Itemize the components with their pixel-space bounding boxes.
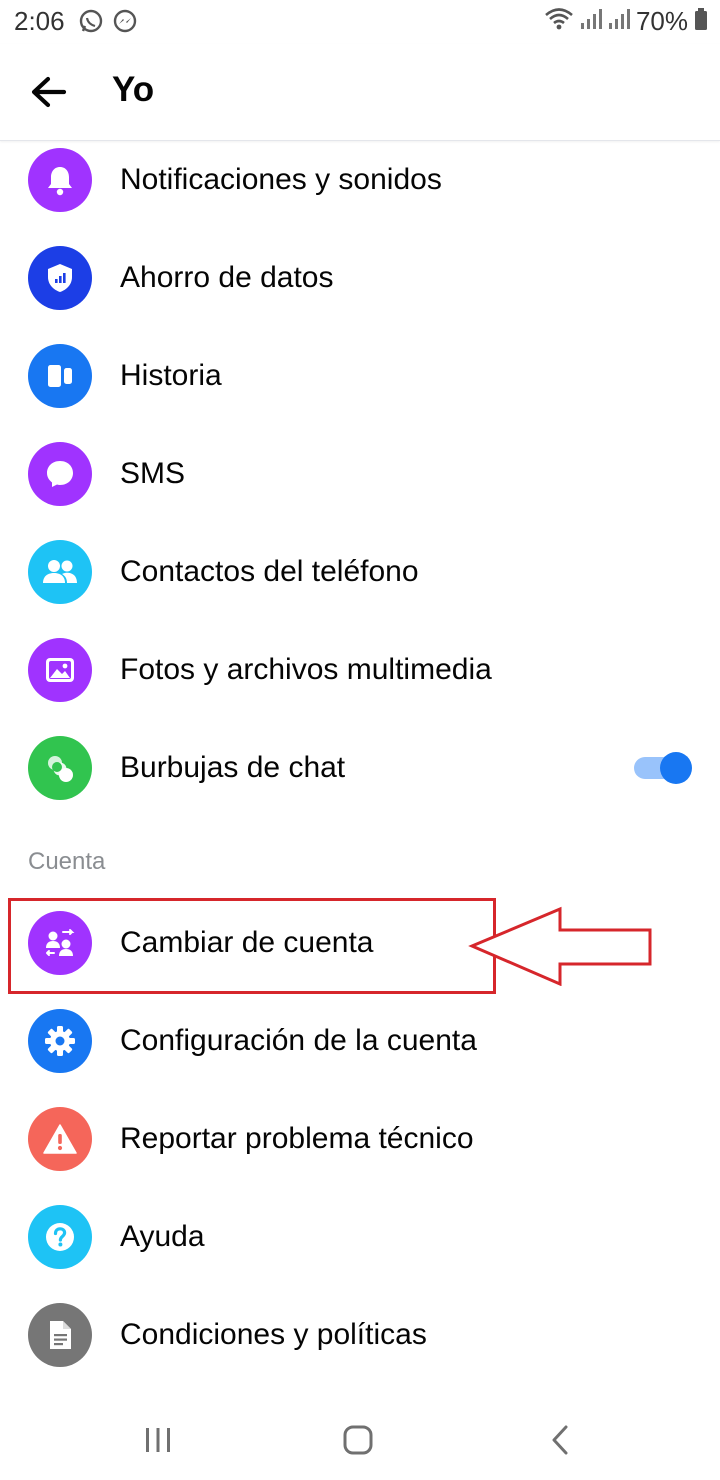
menu-item-help[interactable]: Ayuda [0, 1188, 720, 1286]
menu-item-label: SMS [120, 457, 186, 490]
menu-item-label: Contactos del teléfono [120, 555, 419, 588]
menu-item-report-problem[interactable]: Reportar problema técnico [0, 1090, 720, 1188]
menu-item-account-settings[interactable]: Configuración de la cuenta [0, 992, 720, 1090]
menu-item-stories[interactable]: Historia [0, 327, 720, 425]
chat-heads-toggle[interactable] [634, 752, 692, 784]
whatsapp-icon [78, 9, 104, 40]
warning-icon [28, 1107, 92, 1171]
status-time: 2:06 [14, 6, 65, 36]
chat-bubble-icon [28, 442, 92, 506]
menu-item-label: Ahorro de datos [120, 261, 334, 294]
stories-icon [28, 344, 92, 408]
system-nav-bar [0, 1400, 720, 1480]
menu-item-label: Reportar problema técnico [120, 1122, 474, 1155]
menu-item-chat-heads[interactable]: Burbujas de chat [0, 719, 720, 817]
document-icon [28, 1303, 92, 1367]
menu-item-notifications[interactable]: Notificaciones y sonidos [0, 131, 720, 229]
menu-item-photos-media[interactable]: Fotos y archivos multimedia [0, 621, 720, 719]
menu-item-label: Configuración de la cuenta [120, 1024, 477, 1057]
back-arrow-icon [26, 76, 74, 118]
toggle-knob [660, 752, 692, 784]
menu-item-data-saver[interactable]: Ahorro de datos [0, 229, 720, 327]
battery-percent: 70% [635, 6, 688, 36]
menu-item-label: Burbujas de chat [120, 751, 346, 784]
bell-icon [28, 148, 92, 212]
status-bar: 2:06 70% [0, 0, 720, 44]
wifi-icon [544, 7, 574, 36]
annotation-highlight-box [8, 898, 496, 994]
battery-icon [694, 7, 708, 36]
back-icon [540, 1425, 580, 1462]
menu-item-label: Historia [120, 359, 222, 392]
menu-item-label: Notificaciones y sonidos [120, 163, 442, 196]
home-icon [338, 1425, 378, 1462]
signal-icon [580, 7, 602, 36]
messenger-icon [112, 9, 138, 40]
section-header-account: Cuenta [28, 848, 106, 875]
shield-icon [28, 246, 92, 310]
menu-item-label: Condiciones y políticas [120, 1318, 427, 1351]
signal-icon [608, 7, 630, 36]
recent-apps-button[interactable] [138, 1422, 178, 1458]
menu-item-label: Fotos y archivos multimedia [120, 653, 492, 686]
help-icon [28, 1205, 92, 1269]
photo-icon [28, 638, 92, 702]
chat-heads-icon [28, 736, 92, 800]
home-button[interactable] [338, 1422, 378, 1458]
menu-item-sms[interactable]: SMS [0, 425, 720, 523]
back-button[interactable] [26, 70, 74, 114]
menu-item-terms-policies[interactable]: Condiciones y políticas [0, 1286, 720, 1384]
nav-back-button[interactable] [540, 1422, 580, 1458]
menu-item-label: Ayuda [120, 1220, 205, 1253]
recent-apps-icon [138, 1428, 178, 1462]
gear-icon [28, 1009, 92, 1073]
app-header: Yo [0, 44, 720, 141]
page-title: Yo [112, 70, 155, 109]
annotation-arrow-icon [468, 906, 658, 991]
menu-item-phone-contacts[interactable]: Contactos del teléfono [0, 523, 720, 621]
contacts-icon [28, 540, 92, 604]
